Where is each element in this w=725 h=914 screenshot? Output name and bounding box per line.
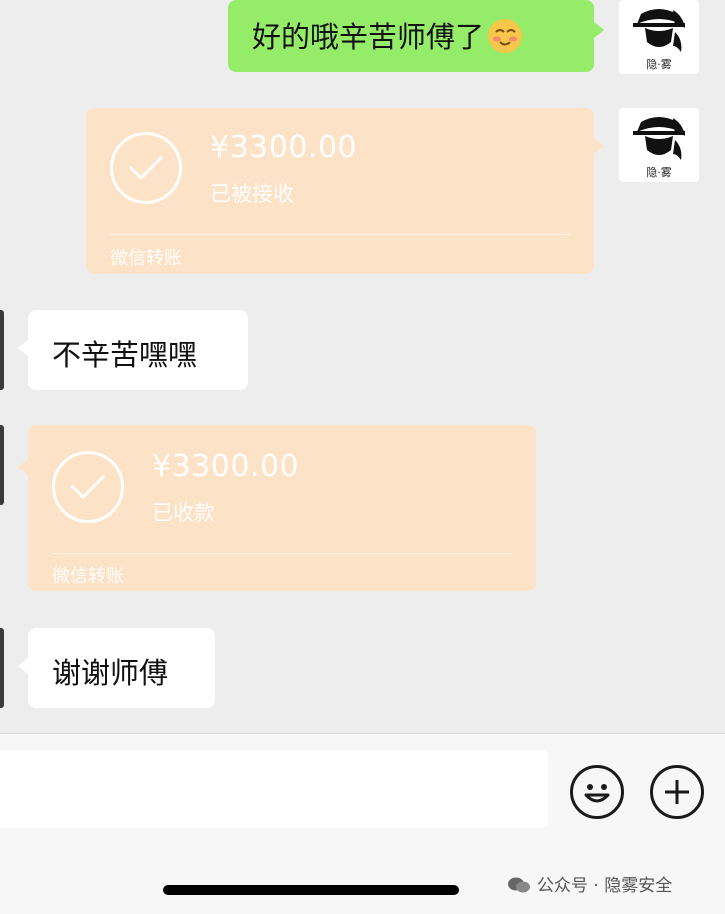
sent-message-bubble[interactable]: 好的哦辛苦师傅了 — [228, 0, 604, 72]
contact-avatar[interactable] — [0, 425, 4, 505]
transfer-card-received[interactable]: ¥3300.00 已收款 微信转账 — [18, 425, 536, 591]
avatar-caption: 隐·雾 — [646, 58, 672, 71]
check-circle-icon — [52, 451, 124, 523]
message-list[interactable]: 好的哦辛苦师傅了 隐·雾 ¥3300.00 已被接收 微信转账 隐·雾 不辛苦嘿… — [0, 0, 725, 733]
transfer-amount: ¥3300.00 — [152, 449, 300, 484]
watermark-text: 公众号 · 隐雾安全 — [537, 876, 673, 896]
my-avatar[interactable]: 隐·雾 — [619, 0, 699, 74]
card-divider — [110, 234, 570, 235]
contact-avatar[interactable] — [0, 628, 4, 708]
watermark: 公众号 · 隐雾安全 — [507, 871, 672, 896]
transfer-card-sent[interactable]: ¥3300.00 已被接收 微信转账 — [86, 108, 604, 274]
hat-man-avatar-icon — [633, 9, 685, 52]
check-circle-icon — [110, 132, 182, 204]
contact-avatar[interactable] — [0, 310, 4, 390]
avatar-caption: 隐·雾 — [646, 166, 672, 179]
home-indicator[interactable] — [163, 885, 459, 895]
hat-man-avatar-icon — [633, 117, 685, 160]
transfer-status: 已被接收 — [210, 182, 294, 206]
message-text: 谢谢师傅 — [52, 656, 169, 690]
transfer-brand: 微信转账 — [52, 566, 124, 587]
transfer-status: 已收款 — [152, 501, 215, 525]
my-avatar[interactable]: 隐·雾 — [619, 108, 699, 182]
message-input[interactable] — [0, 750, 548, 828]
card-divider — [52, 553, 512, 554]
transfer-amount: ¥3300.00 — [210, 130, 358, 165]
received-message-bubble[interactable]: 不辛苦嘿嘿 — [18, 310, 248, 390]
plus-icon[interactable] — [650, 765, 704, 819]
wechat-logo-icon — [507, 876, 531, 894]
message-text: 好的哦辛苦师傅了 — [252, 20, 485, 54]
message-text: 不辛苦嘿嘿 — [52, 338, 198, 372]
transfer-brand: 微信转账 — [110, 248, 182, 269]
blushing-emoji-icon — [488, 19, 523, 53]
emoji-icon[interactable] — [570, 765, 624, 819]
received-message-bubble[interactable]: 谢谢师傅 — [18, 628, 215, 708]
